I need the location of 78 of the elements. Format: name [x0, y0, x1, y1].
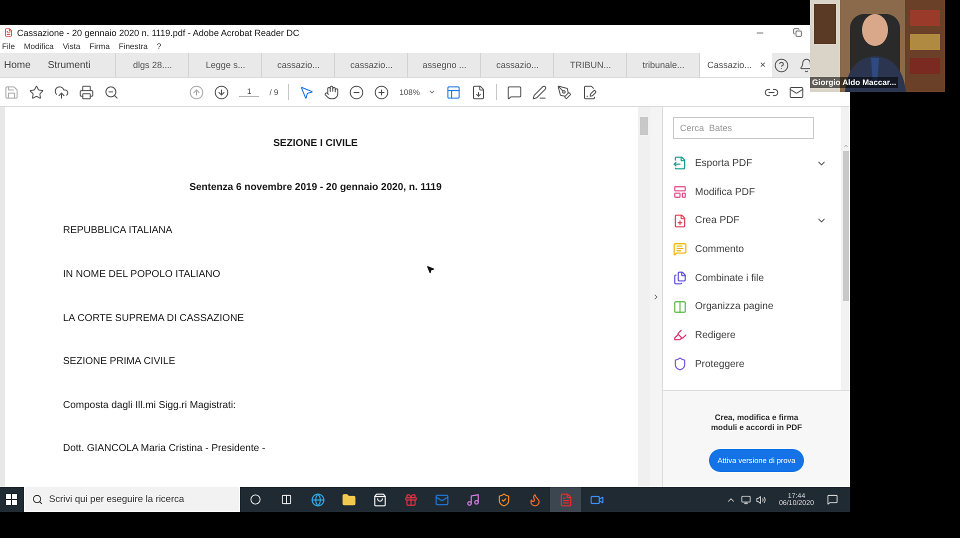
expand-icon[interactable]: [652, 293, 660, 301]
document-heading: Sentenza 6 novembre 2019 - 20 gennaio 2020, n. 1119: [189, 182, 442, 193]
print-icon[interactable]: [79, 84, 94, 100]
help-icon[interactable]: [774, 58, 789, 72]
document-tab[interactable]: cassazio...: [480, 53, 554, 77]
tool-item[interactable]: Crea PDF: [673, 206, 841, 236]
menu-item[interactable]: Modifica: [24, 42, 54, 51]
marker-icon: [673, 328, 687, 342]
zoom-out-icon[interactable]: [349, 84, 364, 100]
comment-icon: [673, 242, 687, 256]
nav-tab[interactable]: Strumenti: [44, 53, 104, 77]
document-tab[interactable]: dlgs 28....: [115, 53, 188, 77]
scroll-mode-icon[interactable]: [470, 84, 486, 100]
promo-text: Crea, modifica e firma moduli e accordi in PDF: [710, 413, 804, 433]
tool-item[interactable]: Organizza pagine: [673, 292, 841, 322]
tool-item[interactable]: Redigere: [673, 321, 841, 350]
files-icon: [673, 271, 687, 286]
document-text: Composta dagli Ill.mi Sigg.ri Magistrati:: [63, 400, 236, 411]
page-field[interactable]: 1: [239, 87, 260, 97]
tool-item[interactable]: Combinate i file: [673, 264, 841, 292]
hand-icon[interactable]: [324, 84, 340, 100]
tool-item[interactable]: Commento: [673, 235, 841, 264]
page-down-icon[interactable]: [214, 84, 229, 100]
caret-icon[interactable]: [428, 88, 436, 96]
volume-icon[interactable]: [756, 494, 766, 504]
tool-item[interactable]: Modifica PDF: [673, 178, 841, 206]
taskbar-search-field[interactable]: Scrivi qui per eseguire la ricerca: [24, 487, 240, 512]
export-icon: [673, 156, 687, 170]
menu-item[interactable]: Vista: [62, 42, 80, 51]
mail-icon[interactable]: [789, 84, 804, 100]
search-icon: [32, 494, 43, 505]
network-icon[interactable]: [740, 494, 751, 504]
tool-item[interactable]: Esporta PDF: [673, 149, 841, 178]
scrollbar[interactable]: [638, 107, 650, 487]
page-total: / 9: [269, 88, 278, 96]
zoom-in-icon[interactable]: [374, 84, 390, 100]
document-tab[interactable]: TRIBUN...: [553, 53, 626, 77]
columns-icon: [673, 300, 687, 314]
document-heading: SEZIONE I CIVILE: [273, 138, 358, 149]
menu-item[interactable]: Finestra: [118, 42, 148, 51]
zoom-out-icon[interactable]: [104, 84, 119, 100]
comment-icon[interactable]: [506, 84, 522, 100]
nav-tab[interactable]: Home: [0, 53, 44, 77]
document-tab[interactable]: cassazio...: [261, 53, 334, 77]
tool-item[interactable]: Proteggere: [673, 350, 841, 378]
document-tab[interactable]: Cassazio... ×: [699, 53, 772, 77]
upload-icon[interactable]: [54, 84, 69, 100]
menu-item[interactable]: ?: [156, 42, 162, 51]
menu-item[interactable]: Firma: [89, 42, 110, 51]
shield-icon: [673, 357, 687, 372]
document-text: Dott. GIANCOLA Maria Cristina - Presidente -: [63, 443, 266, 454]
participant-name: Giorgio Aldo Maccar...: [810, 77, 898, 88]
window-title: Cassazione - 20 gennaio 2020 n. 1119.pdf - Adobe Acrobat Reader DC: [17, 28, 300, 38]
document-text: IN NOME DEL POPOLO ITALIANO: [63, 268, 220, 280]
layout-icon: [673, 185, 687, 200]
fill-sign-icon[interactable]: [582, 84, 597, 100]
star-icon[interactable]: [29, 84, 44, 100]
file-plus-icon: [673, 214, 687, 228]
fit-page-icon[interactable]: [446, 84, 461, 100]
sign-icon[interactable]: [556, 84, 572, 100]
close-icon[interactable]: ×: [760, 60, 766, 70]
zoom-dropdown[interactable]: 108%: [399, 88, 436, 96]
pen-icon[interactable]: [532, 84, 547, 100]
document-text: SEZIONE PRIMA CIVILE: [63, 356, 176, 368]
document-tab[interactable]: Legge s...: [188, 53, 262, 77]
document-tab[interactable]: cassazio...: [334, 53, 408, 77]
document-tab[interactable]: tribunale...: [626, 53, 700, 77]
notification-icon[interactable]: [827, 494, 838, 505]
cursor-icon: [426, 265, 435, 274]
document-text: REPUBBLICA ITALIANA: [63, 225, 172, 236]
pointer-icon[interactable]: [299, 84, 314, 100]
scrollbar[interactable]: [841, 107, 850, 390]
restore-icon[interactable]: [793, 28, 802, 37]
pdf-file-icon: [4, 28, 13, 37]
document-tab[interactable]: assegno ...: [407, 53, 480, 77]
search-field[interactable]: Cerca Bates: [673, 117, 814, 139]
document-text: LA CORTE SUPREMA DI CASSAZIONE: [63, 312, 244, 324]
menu-item[interactable]: File: [2, 42, 15, 51]
